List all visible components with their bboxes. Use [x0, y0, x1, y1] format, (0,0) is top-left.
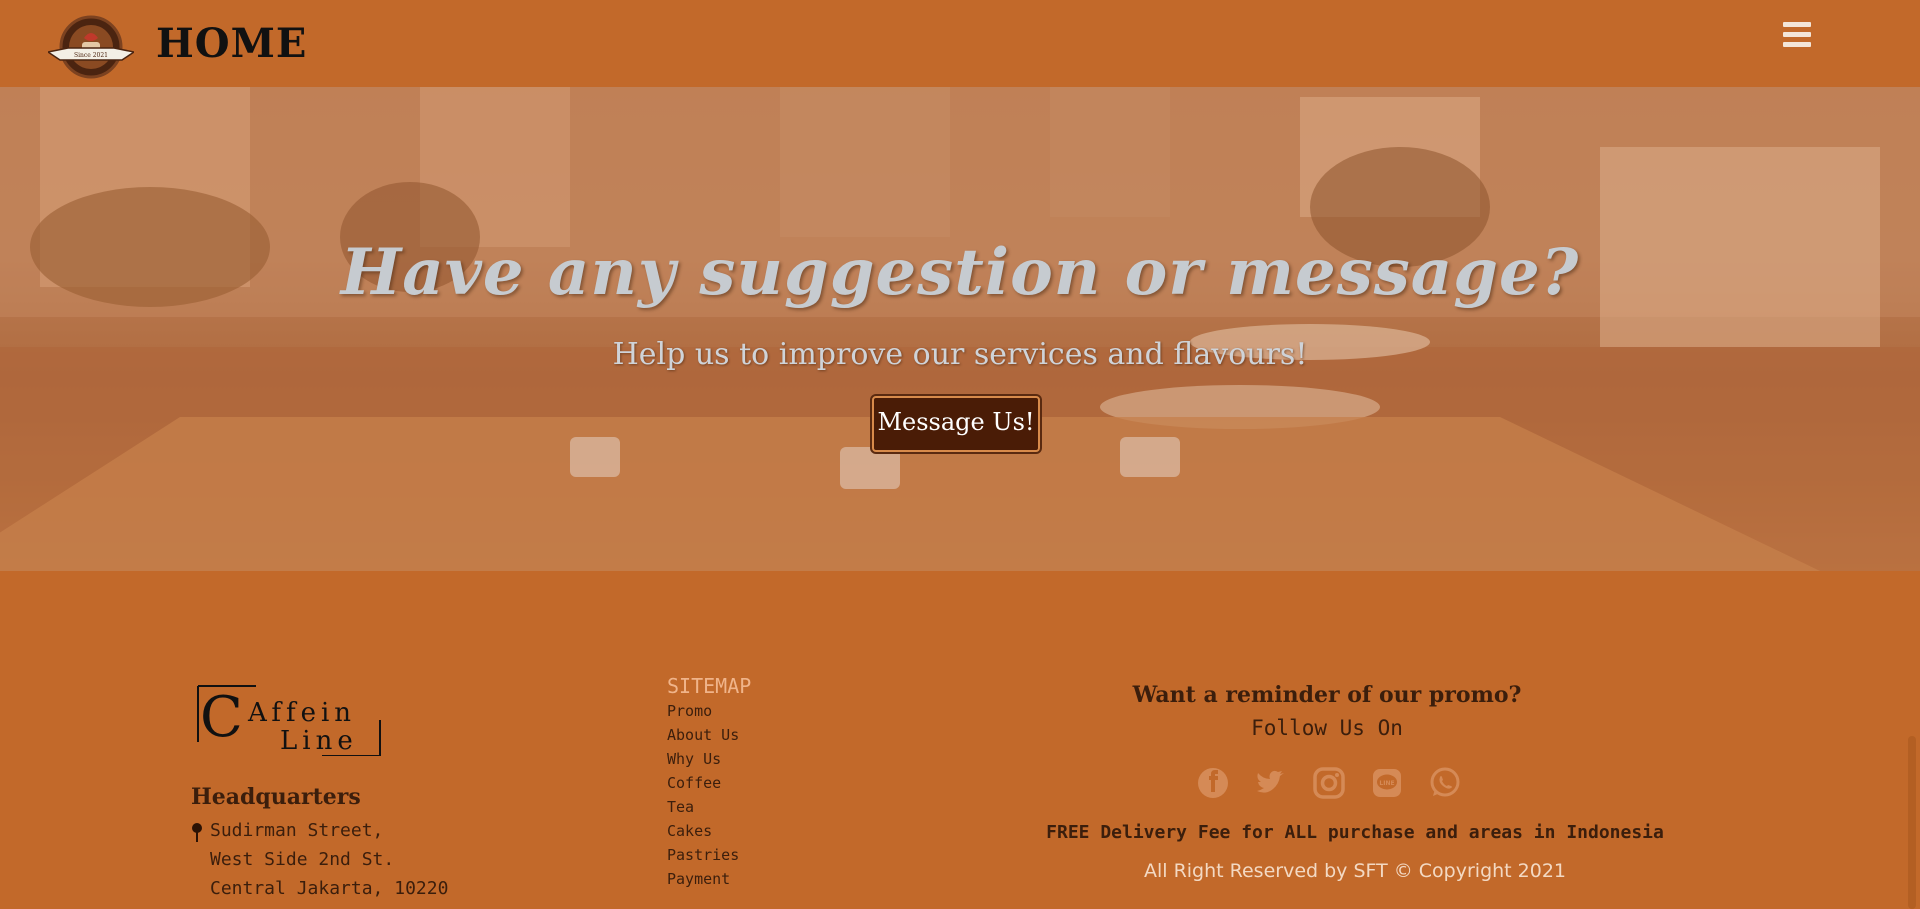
sitemap-link-payment[interactable]: Payment	[667, 870, 739, 894]
hero-title: Have any suggestion or message?	[340, 235, 1580, 310]
location-pin-icon	[192, 823, 202, 842]
free-delivery-text: FREE Delivery Fee for ALL purchase and a…	[1046, 822, 1664, 843]
page-title: HOME	[156, 20, 308, 67]
hero-banner: Have any suggestion or message? Help us …	[0, 87, 1920, 571]
top-navbar: Since 2021 HOME	[0, 0, 1920, 87]
sitemap-link-cakes[interactable]: Cakes	[667, 822, 739, 846]
sitemap-link-tea[interactable]: Tea	[667, 798, 739, 822]
promo-reminder-title: Want a reminder of our promo?	[1132, 682, 1522, 708]
caffein-line-logo[interactable]: Since 2021	[48, 14, 134, 80]
cafe-background-image	[0, 87, 1920, 571]
hero-subtitle: Help us to improve our services and flav…	[612, 337, 1308, 372]
instagram-icon[interactable]	[1312, 766, 1346, 800]
sitemap-link-about-us[interactable]: About Us	[667, 726, 739, 750]
whatsapp-icon[interactable]	[1428, 766, 1462, 800]
sitemap-link-why-us[interactable]: Why Us	[667, 750, 739, 774]
footer-logo-letter: C	[200, 685, 243, 750]
svg-text:LINE: LINE	[1379, 780, 1394, 787]
copyright-text: All Right Reserved by SFT © Copyright 20…	[1143, 860, 1567, 882]
sitemap-title: SITEMAP	[667, 674, 752, 698]
svg-text:Since 2021: Since 2021	[74, 52, 108, 59]
sitemap-link-coffee[interactable]: Coffee	[667, 774, 739, 798]
address-line-3: Central Jakarta, 10220	[210, 878, 449, 899]
page-scrollbar[interactable]	[1908, 736, 1916, 909]
message-us-button[interactable]: Message Us!	[872, 396, 1040, 452]
facebook-icon[interactable]	[1196, 766, 1230, 800]
hamburger-menu-icon[interactable]	[1783, 22, 1813, 50]
twitter-icon[interactable]	[1254, 766, 1288, 800]
address-line-1: Sudirman Street,	[210, 820, 384, 841]
address-line-2: West Side 2nd St.	[210, 849, 395, 870]
sitemap-link-pastries[interactable]: Pastries	[667, 846, 739, 870]
line-icon[interactable]: LINE	[1370, 766, 1404, 800]
sitemap-link-promo[interactable]: Promo	[667, 702, 739, 726]
follow-us-text: Follow Us On	[1251, 716, 1403, 740]
footer-logo[interactable]: C Affein Line	[196, 684, 382, 756]
sitemap-list: Promo About Us Why Us Coffee Tea Cakes P…	[667, 702, 739, 894]
footer-logo-word2: Line	[280, 726, 358, 756]
headquarters-title: Headquarters	[191, 784, 361, 810]
footer-logo-word1: Affein	[248, 698, 357, 728]
